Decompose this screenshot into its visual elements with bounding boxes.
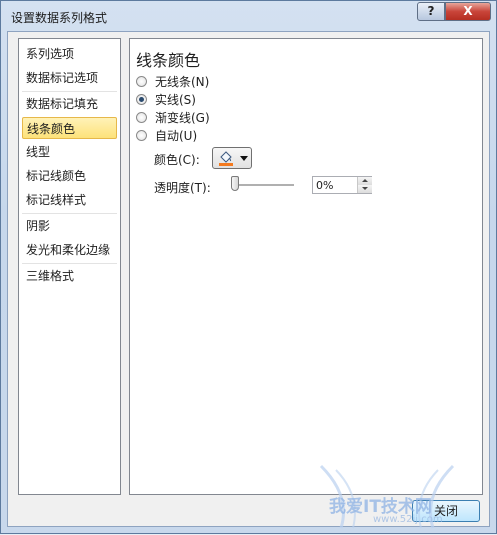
color-swatch — [219, 163, 233, 166]
radio-automatic[interactable] — [136, 130, 147, 141]
nav-item-glow-soft-edges[interactable]: 发光和柔化边缘 — [22, 239, 117, 261]
nav-item-line-style[interactable]: 线型 — [22, 141, 117, 163]
nav-divider — [22, 91, 117, 92]
spin-down-button[interactable] — [357, 185, 372, 193]
nav-divider — [22, 263, 117, 264]
window-close-button[interactable]: X — [445, 2, 491, 21]
dialog-title: 设置数据系列格式 — [11, 11, 108, 25]
radio-no-line[interactable] — [136, 76, 147, 87]
dialog-client: 系列选项 数据标记选项 数据标记填充 线条颜色 线型 标记线颜色 标记线样式 阴… — [7, 31, 490, 527]
transparency-label: 透明度(T): — [154, 181, 211, 195]
transparency-slider-track[interactable] — [234, 184, 294, 187]
option-gradient-line-label: 渐变线(G) — [155, 111, 210, 125]
help-button[interactable]: ? — [417, 2, 445, 21]
nav-item-series-options[interactable]: 系列选项 — [22, 43, 117, 65]
panel-title: 线条颜色 — [136, 51, 201, 70]
transparency-value[interactable]: 0% — [316, 179, 333, 192]
option-no-line-label: 无线条(N) — [155, 75, 210, 89]
nav-item-marker-line-style[interactable]: 标记线样式 — [22, 189, 117, 211]
option-solid-line-label: 实线(S) — [155, 93, 196, 107]
settings-panel: 线条颜色 无线条(N) 实线(S) 渐变线(G) 自动(U) 颜色(C): 透明… — [129, 38, 483, 495]
radio-solid-line[interactable] — [136, 94, 147, 105]
close-button[interactable]: 关闭 — [412, 500, 480, 522]
nav-item-marker-line-color[interactable]: 标记线颜色 — [22, 165, 117, 187]
color-label: 颜色(C): — [154, 153, 200, 167]
nav-item-3d-format[interactable]: 三维格式 — [22, 265, 117, 287]
chevron-down-icon — [240, 156, 248, 161]
paint-bucket-icon — [219, 151, 233, 166]
title-bar[interactable]: 设置数据系列格式 ? X — [1, 1, 496, 31]
nav-divider — [22, 213, 117, 214]
nav-item-marker-options[interactable]: 数据标记选项 — [22, 67, 117, 89]
category-list: 系列选项 数据标记选项 数据标记填充 线条颜色 线型 标记线颜色 标记线样式 阴… — [18, 38, 121, 495]
transparency-spinner[interactable]: 0% — [312, 176, 372, 194]
dialog-window: 设置数据系列格式 ? X 系列选项 数据标记选项 数据标记填充 线条颜色 线型 … — [0, 0, 497, 534]
nav-item-shadow[interactable]: 阴影 — [22, 215, 117, 237]
spin-up-button[interactable] — [357, 177, 372, 185]
option-automatic-label: 自动(U) — [155, 129, 198, 143]
transparency-slider-thumb[interactable] — [231, 176, 239, 191]
color-picker-button[interactable] — [212, 147, 252, 169]
radio-gradient-line[interactable] — [136, 112, 147, 123]
nav-item-line-color[interactable]: 线条颜色 — [22, 117, 117, 139]
nav-item-marker-fill[interactable]: 数据标记填充 — [22, 93, 117, 115]
